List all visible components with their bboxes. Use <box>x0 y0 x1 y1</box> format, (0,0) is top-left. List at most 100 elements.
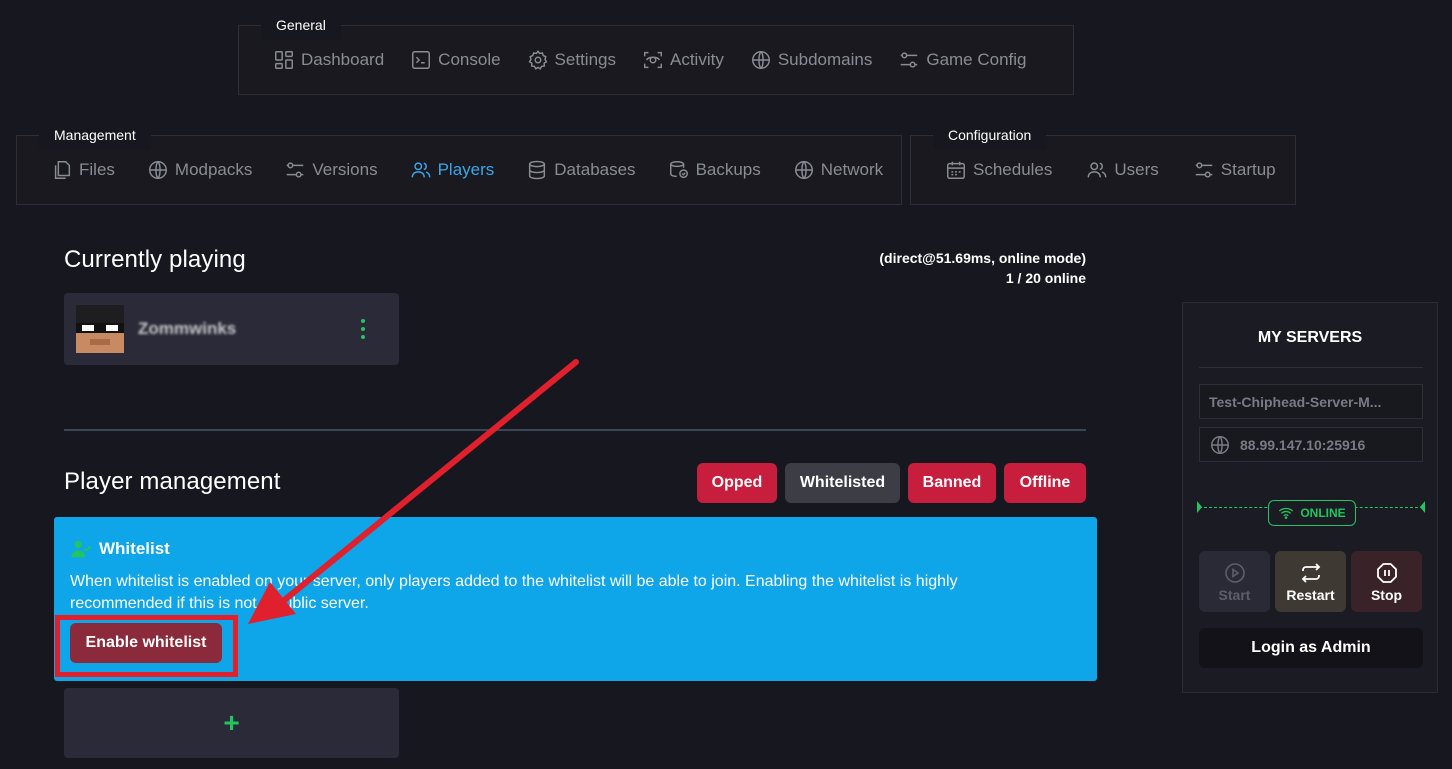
nav-group-title: General <box>261 10 341 40</box>
nav-item-label: Backups <box>695 160 761 179</box>
player-management-title: Player management <box>64 468 281 495</box>
nav-item-subdomains[interactable]: Subdomains <box>750 49 873 71</box>
nav-item-backups[interactable]: Backups <box>668 159 761 181</box>
wifi-icon <box>1279 507 1294 519</box>
whitelist-panel: Whitelist When whitelist is enabled on y… <box>54 517 1097 681</box>
stop-icon <box>1376 562 1397 583</box>
nav-items: Schedules Users Startup <box>945 157 1276 183</box>
nav-item-game-config[interactable]: Game Config <box>898 49 1027 71</box>
online-count: 1 / 20 online <box>1005 270 1086 286</box>
nav-item-label: Console <box>438 50 501 69</box>
my-servers-sidebar: MY SERVERS Test-Chiphead-Server-M... 88.… <box>1182 302 1438 693</box>
server-name-field[interactable]: Test-Chiphead-Server-M... <box>1199 384 1423 419</box>
nav-item-settings[interactable]: Settings <box>527 49 616 71</box>
gear-icon <box>527 49 549 71</box>
globe-icon <box>147 159 169 181</box>
enable-whitelist-button[interactable]: Enable whitelist <box>70 623 222 663</box>
database-icon <box>526 159 548 181</box>
player-name: Zommwinks <box>138 319 237 338</box>
whitelist-title-text: Whitelist <box>99 539 170 558</box>
sliders-icon <box>898 49 920 71</box>
nav-item-label: Versions <box>312 160 378 179</box>
nav-item-users[interactable]: Users <box>1086 159 1159 181</box>
online-status-text: ONLINE <box>1300 506 1346 520</box>
nav-item-startup[interactable]: Startup <box>1193 159 1276 181</box>
nav-group-management: Management Files Modpacks Versions Playe… <box>16 120 902 205</box>
nav-item-activity[interactable]: Activity <box>642 49 724 71</box>
nav-items: Files Modpacks Versions Players Database… <box>51 157 883 183</box>
nav-item-console[interactable]: Console <box>410 49 501 71</box>
globe-icon <box>793 159 815 181</box>
nav-item-modpacks[interactable]: Modpacks <box>147 159 252 181</box>
dashboard-icon <box>273 49 295 71</box>
filter-banned-button[interactable]: Banned <box>908 463 996 503</box>
server-address: 88.99.147.10:25916 <box>1240 436 1366 453</box>
nav-group-title: Management <box>39 120 151 150</box>
restart-button[interactable]: Restart <box>1275 551 1346 612</box>
section-divider <box>64 429 1086 431</box>
globe-icon <box>750 49 772 71</box>
avatar <box>76 305 124 353</box>
nav-item-label: Modpacks <box>174 160 253 179</box>
start-label: Start <box>1218 586 1251 603</box>
start-button[interactable]: Start <box>1199 551 1270 612</box>
calendar-icon <box>945 159 967 181</box>
nav-item-label: Databases <box>554 160 636 179</box>
nav-item-network[interactable]: Network <box>793 159 883 181</box>
login-as-admin-button[interactable]: Login as Admin <box>1199 628 1423 668</box>
nav-group-title: Configuration <box>933 120 1047 150</box>
globe-icon <box>1211 435 1229 454</box>
nav-group-general: General Dashboard Console Settings Activ… <box>238 10 1074 95</box>
nav-item-files[interactable]: Files <box>51 159 115 181</box>
nav-item-label: Activity <box>669 50 724 69</box>
nav-item-label: Players <box>437 160 495 179</box>
nav-item-label: Network <box>820 160 884 179</box>
status-line-left-cap <box>1197 501 1202 513</box>
activity-icon <box>642 49 664 71</box>
nav-item-label: Files <box>79 160 115 179</box>
users-icon <box>1086 159 1108 181</box>
nav-item-label: Startup <box>1220 160 1276 179</box>
restart-label: Restart <box>1286 586 1335 603</box>
whitelist-description: When whitelist is enabled on your server… <box>70 573 958 612</box>
console-icon <box>410 49 432 71</box>
nav-item-schedules[interactable]: Schedules <box>945 159 1052 181</box>
filter-offline-button[interactable]: Offline <box>1004 463 1086 503</box>
currently-playing-title: Currently playing <box>64 246 246 273</box>
nav-item-databases[interactable]: Databases <box>526 159 636 181</box>
files-icon <box>51 159 73 181</box>
nav-item-label: Game Config <box>926 50 1027 69</box>
online-status-badge: ONLINE <box>1268 500 1356 526</box>
connection-info: (direct@51.69ms, online mode) <box>879 250 1086 266</box>
sliders-icon <box>284 159 306 181</box>
nav-item-label: Settings <box>554 50 616 69</box>
sliders-icon <box>1193 159 1215 181</box>
nav-item-versions[interactable]: Versions <box>284 159 378 181</box>
player-card[interactable]: Zommwinks <box>64 293 399 365</box>
stop-button[interactable]: Stop <box>1351 551 1422 612</box>
nav-item-label: Subdomains <box>777 50 873 69</box>
users-icon <box>410 159 432 181</box>
stop-label: Stop <box>1370 586 1403 603</box>
nav-item-players[interactable]: Players <box>410 159 495 181</box>
restart-icon <box>1301 562 1320 583</box>
server-address-field[interactable]: 88.99.147.10:25916 <box>1199 427 1423 462</box>
more-options-icon[interactable] <box>358 319 368 339</box>
whitelist-title: Whitelist <box>70 538 170 560</box>
nav-group-configuration: Configuration Schedules Users Startup <box>910 120 1296 205</box>
user-check-icon <box>71 540 91 558</box>
nav-items: Dashboard Console Settings Activity Subd… <box>273 47 1027 73</box>
divider <box>1199 367 1423 368</box>
server-status-info: (direct@51.69ms, online mode) 1 / 20 onl… <box>879 248 1086 288</box>
nav-item-label: Users <box>1114 160 1159 179</box>
nav-item-label: Schedules <box>973 160 1053 179</box>
play-icon <box>1224 562 1245 583</box>
add-player-button[interactable]: + <box>64 688 399 758</box>
filter-whitelisted-button[interactable]: Whitelisted <box>785 463 900 503</box>
filter-opped-button[interactable]: Opped <box>697 463 777 503</box>
my-servers-title: MY SERVERS <box>1257 329 1363 346</box>
status-line-right-cap <box>1420 501 1425 513</box>
nav-item-label: Dashboard <box>301 50 385 69</box>
nav-item-dashboard[interactable]: Dashboard <box>273 49 384 71</box>
backup-icon <box>668 159 690 181</box>
